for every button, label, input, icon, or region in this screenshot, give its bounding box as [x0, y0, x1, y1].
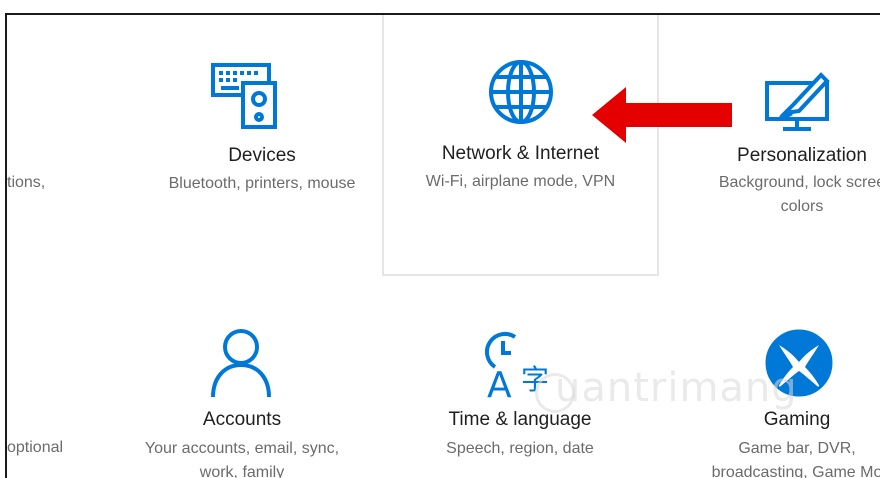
watermark-text: uantrimang [555, 365, 798, 411]
person-icon [211, 329, 271, 398]
globe-icon [489, 60, 553, 124]
tile-time-language-title: Time & language [448, 409, 592, 430]
svg-text:A: A [487, 365, 512, 401]
tile-personalization[interactable]: Personalization Background, lock scree c… [667, 15, 880, 275]
tile-network-title: Network & Internet [441, 143, 600, 164]
tile-devices[interactable]: Devices Bluetooth, printers, mouse [127, 15, 397, 275]
tile-gaming-title: Gaming [763, 409, 831, 430]
monitor-brush-icon [765, 72, 830, 131]
tile-gaming-desc: Game bar, DVR, [738, 440, 856, 457]
tile-accounts-desc: Your accounts, email, sync, [144, 440, 340, 457]
tile-accounts-desc-2: work, family [199, 464, 285, 478]
partial-tile-desc-bottom: optional [7, 439, 64, 456]
tile-time-language-desc: Speech, region, date [446, 440, 594, 457]
settings-window: tions, optional Devices Bluetooth, print… [5, 13, 880, 478]
tile-devices-desc: Bluetooth, printers, mouse [168, 175, 356, 192]
tile-accounts-title: Accounts [202, 409, 282, 430]
keyboard-speaker-icon [211, 63, 277, 129]
partial-tile-desc-top: tions, [7, 174, 46, 191]
tile-gaming-desc-2: broadcasting, Game Mo [711, 464, 880, 478]
tile-devices-title: Devices [228, 145, 296, 166]
tile-network-desc: Wi-Fi, airplane mode, VPN [425, 173, 616, 190]
tile-personalization-desc-2: colors [780, 198, 824, 215]
tile-personalization-desc: Background, lock scree [718, 174, 880, 191]
tile-accounts[interactable]: Accounts Your accounts, email, sync, wor… [107, 277, 377, 478]
tile-personalization-title: Personalization [737, 145, 867, 166]
